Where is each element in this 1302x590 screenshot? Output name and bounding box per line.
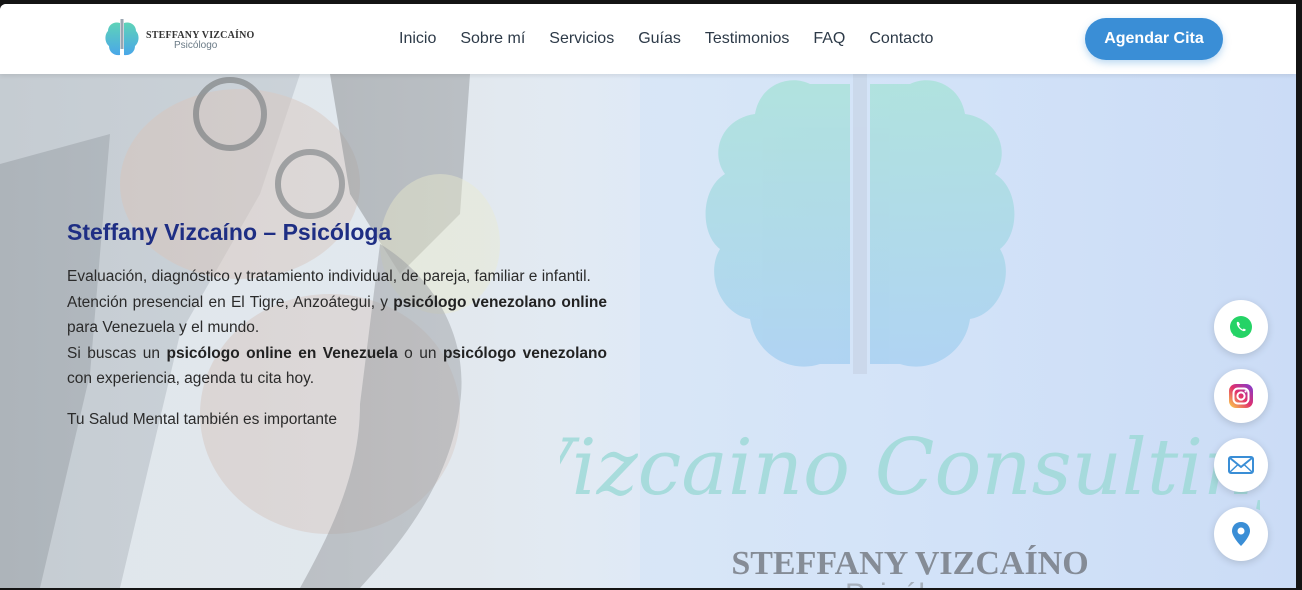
hero-line-services: Evaluación, diagnóstico y tratamiento in… [67, 268, 591, 285]
nav-item-servicios[interactable]: Servicios [549, 30, 614, 48]
watermark-script-text: Vizcaino Consulting [560, 423, 1260, 513]
hero-tagline: Tu Salud Mental también es importante [67, 410, 337, 428]
watermark-name: STEFFANY VIZCAÍNO [731, 545, 1088, 582]
location-pin-icon [1232, 522, 1250, 546]
hero-line3-bold1: psicólogo online en Venezuela [166, 344, 398, 362]
main-nav: Inicio Sobre mí Servicios Guías Testimon… [399, 30, 933, 48]
instagram-icon [1229, 384, 1253, 408]
agendar-cita-button[interactable]: Agendar Cita [1085, 18, 1223, 60]
hero-line2-bold: psicólogo venezolano online [393, 293, 608, 311]
nav-item-sobre-mi[interactable]: Sobre mí [460, 30, 525, 48]
nav-item-guias[interactable]: Guías [638, 30, 681, 48]
nav-item-testimonios[interactable]: Testimonios [705, 30, 789, 48]
hero-line3-mid: o un [397, 344, 443, 362]
window-edge [1296, 0, 1302, 590]
brain-logo-icon [105, 19, 139, 56]
hero-description: Evaluación, diagnóstico y tratamiento in… [67, 264, 607, 392]
hero-line2-post: para Venezuela y el mundo. [67, 319, 260, 336]
instagram-button[interactable] [1214, 369, 1268, 423]
hero-line3-post: con experiencia, agenda tu cita hoy. [67, 370, 315, 387]
hero-line2-pre: Atención presencial en El Tigre, Anzoáte… [67, 293, 394, 311]
whatsapp-button[interactable] [1214, 300, 1268, 354]
hero-line3-pre: Si buscas un [67, 344, 167, 362]
nav-item-contacto[interactable]: Contacto [869, 30, 933, 48]
nav-item-inicio[interactable]: Inicio [399, 30, 436, 48]
hero-section: Steffany Vizcaíno – Psicóloga Evaluación… [67, 218, 607, 431]
nav-item-faq[interactable]: FAQ [813, 30, 845, 48]
brand-watermark: Vizcaino Consulting STEFFANY VIZCAÍNO Ps… [560, 74, 1260, 588]
email-button[interactable] [1214, 438, 1268, 492]
site-header: STEFFANY VIZCAÍNO Psicólogo Inicio Sobre… [0, 4, 1296, 74]
hero-line3-bold2: psicólogo venezolano [442, 344, 607, 362]
site-logo[interactable]: STEFFANY VIZCAÍNO Psicólogo [104, 19, 254, 59]
watermark-subtitle: Psicólogo [845, 578, 975, 588]
hero-title: Steffany Vizcaíno – Psicóloga [67, 219, 392, 245]
page: Vizcaino Consulting STEFFANY VIZCAÍNO Ps… [0, 4, 1296, 588]
location-button[interactable] [1214, 507, 1268, 561]
mail-icon [1228, 456, 1254, 474]
whatsapp-icon [1230, 316, 1252, 338]
logo-subtitle: Psicólogo [174, 40, 218, 51]
